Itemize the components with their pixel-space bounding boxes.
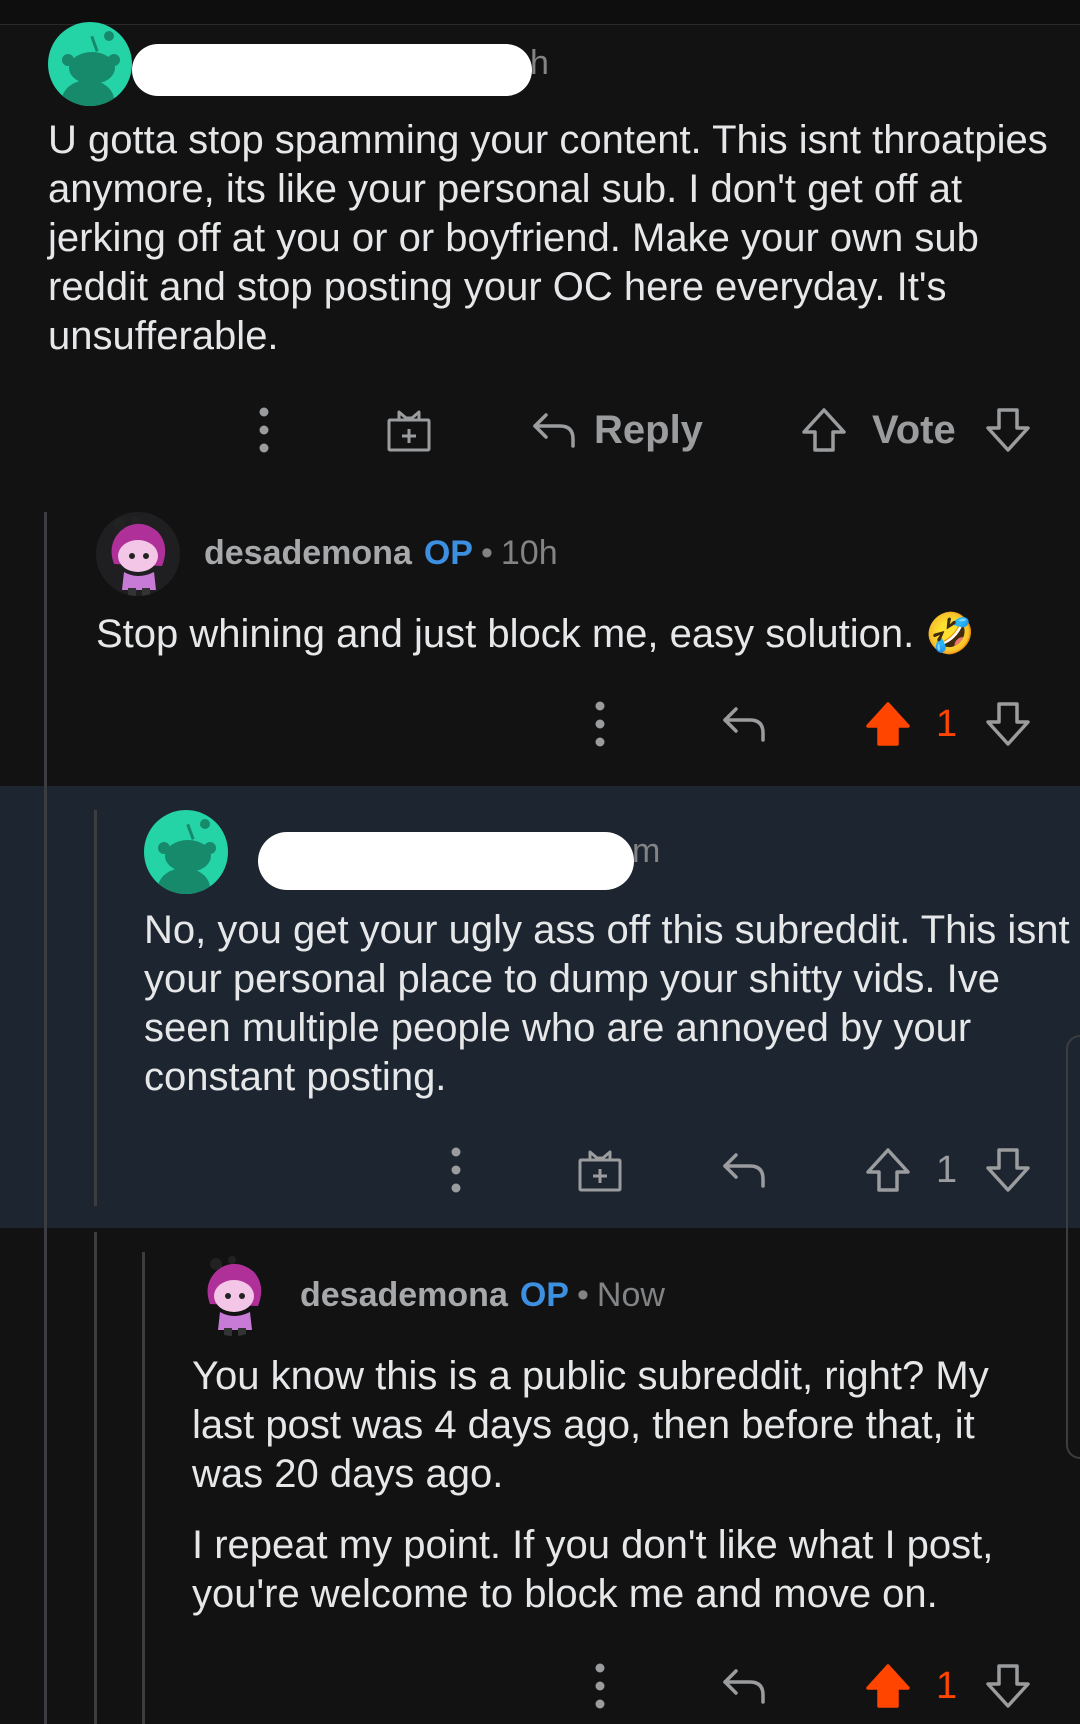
more-options-icon[interactable] bbox=[254, 400, 274, 460]
comment-timestamp: Now bbox=[596, 1276, 665, 1314]
upvote-button[interactable] bbox=[800, 400, 848, 460]
upvote-icon[interactable] bbox=[864, 1656, 912, 1716]
award-icon[interactable] bbox=[385, 400, 433, 460]
redacted-username bbox=[258, 832, 634, 890]
more-options-icon[interactable] bbox=[590, 1656, 610, 1716]
vote-count: 1 bbox=[936, 694, 957, 754]
redacted-username bbox=[132, 44, 532, 96]
comment-timestamp: 10h bbox=[500, 534, 558, 572]
op-badge: OP bbox=[519, 1276, 569, 1314]
comment-body: You know this is a public subreddit, rig… bbox=[192, 1352, 1052, 1619]
comment-timestamp: m bbox=[632, 832, 661, 870]
downvote-icon[interactable] bbox=[984, 1656, 1032, 1716]
comment-meta: desademona OP • Now bbox=[300, 1276, 665, 1315]
more-options-icon[interactable] bbox=[446, 1140, 466, 1200]
vote-label: Vote bbox=[858, 400, 956, 460]
thread-line[interactable] bbox=[94, 1232, 97, 1724]
comment-actions: 1 bbox=[0, 1140, 1080, 1200]
vote-count-text: 1 bbox=[936, 1664, 958, 1707]
user-avatar-icon[interactable] bbox=[96, 512, 180, 596]
reply-icon bbox=[530, 406, 578, 454]
comment-body: Stop whining and just block me, easy sol… bbox=[96, 610, 1056, 659]
separator: • bbox=[480, 534, 493, 572]
comment-meta: desademona OP • 10h bbox=[204, 534, 558, 573]
top-bar bbox=[0, 0, 1080, 25]
vote-count-text: 1 bbox=[936, 1148, 958, 1191]
user-avatar-icon[interactable] bbox=[192, 1252, 276, 1336]
comment-actions: 1 bbox=[0, 1656, 1080, 1716]
username[interactable]: desademona bbox=[300, 1276, 508, 1314]
username[interactable]: desademona bbox=[204, 534, 412, 572]
comment-body: No, you get your ugly ass off this subre… bbox=[144, 906, 1074, 1102]
downvote-icon bbox=[984, 406, 1032, 454]
reply-icon[interactable] bbox=[720, 1656, 768, 1716]
vote-count-text: 1 bbox=[936, 702, 958, 745]
upvote-icon bbox=[800, 406, 848, 454]
downvote-button[interactable] bbox=[984, 400, 1032, 460]
reply-button[interactable]: Reply bbox=[530, 400, 703, 460]
comment-body: U gotta stop spamming your content. This… bbox=[48, 116, 1048, 361]
more-options-icon[interactable] bbox=[590, 694, 610, 754]
comment-paragraph: You know this is a public subreddit, rig… bbox=[192, 1354, 989, 1496]
comment-paragraph: I repeat my point. If you don't like wha… bbox=[192, 1523, 994, 1616]
snoo-avatar-icon[interactable] bbox=[48, 22, 132, 106]
upvote-icon[interactable] bbox=[864, 694, 912, 754]
award-icon[interactable] bbox=[576, 1140, 624, 1200]
thread-line[interactable] bbox=[142, 1252, 145, 1724]
reply-icon[interactable] bbox=[720, 1140, 768, 1200]
vote-count: 1 bbox=[936, 1656, 957, 1716]
comment-actions: 1 bbox=[0, 694, 1080, 754]
vote-count: 1 bbox=[936, 1140, 957, 1200]
comment-timestamp: h bbox=[530, 44, 549, 82]
comment-paragraph: Stop whining and just block me, easy sol… bbox=[96, 612, 976, 656]
op-badge: OP bbox=[423, 534, 473, 572]
separator: • bbox=[576, 1276, 589, 1314]
downvote-icon[interactable] bbox=[984, 694, 1032, 754]
reply-icon[interactable] bbox=[720, 694, 768, 754]
reply-label: Reply bbox=[594, 407, 703, 452]
vote-text: Vote bbox=[872, 407, 956, 452]
comment-paragraph: No, you get your ugly ass off this subre… bbox=[144, 908, 1070, 1099]
snoo-avatar-icon[interactable] bbox=[144, 810, 228, 894]
upvote-icon[interactable] bbox=[864, 1140, 912, 1200]
comment-actions: Reply Vote bbox=[0, 400, 1080, 460]
downvote-icon[interactable] bbox=[984, 1140, 1032, 1200]
comment-paragraph: U gotta stop spamming your content. This… bbox=[48, 118, 1048, 358]
